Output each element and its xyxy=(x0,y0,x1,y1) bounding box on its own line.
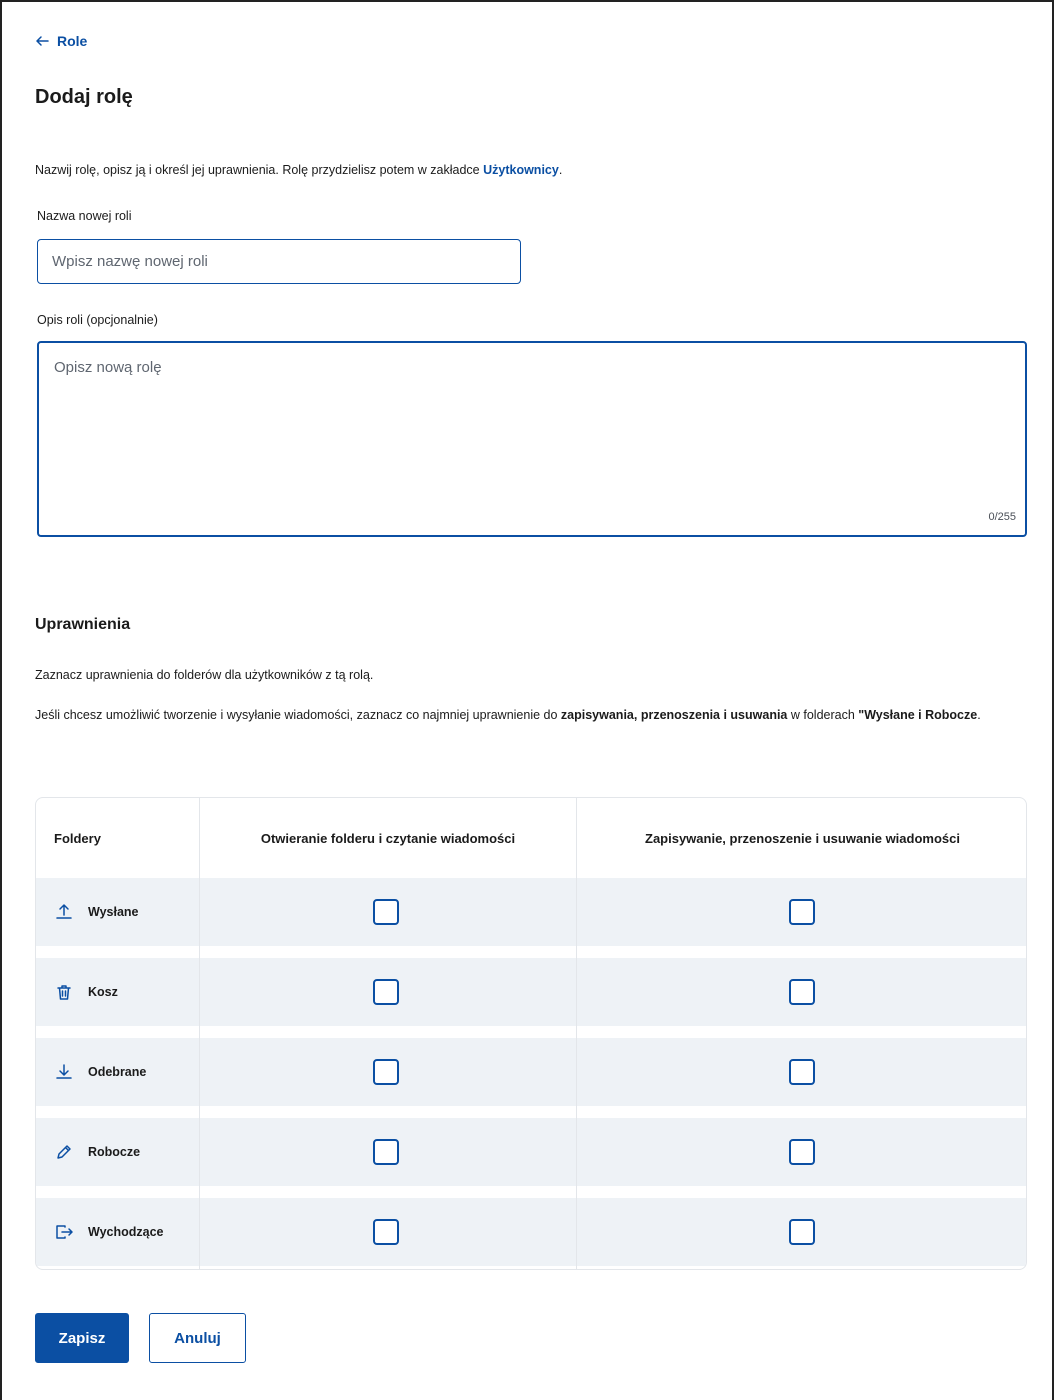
character-counter: 0/255 xyxy=(988,511,1016,523)
header-read: Otwieranie folderu i czytanie wiadomości xyxy=(260,830,516,846)
role-name-input[interactable] xyxy=(37,239,521,284)
folder-cell: Odebrane xyxy=(54,1038,146,1106)
header-folders: Foldery xyxy=(54,830,101,846)
role-description-textarea[interactable] xyxy=(37,341,1027,537)
back-link[interactable]: Role xyxy=(35,33,87,49)
permissions-heading: Uprawnienia xyxy=(35,616,131,633)
checkbox-read-wychodzace[interactable] xyxy=(373,1219,399,1245)
trash-icon xyxy=(57,985,71,1000)
permissions-note-mid: w folderach xyxy=(787,708,859,722)
download-icon xyxy=(56,1064,72,1079)
outbox-icon xyxy=(56,1225,73,1239)
permissions-note-end: . xyxy=(977,708,981,722)
checkbox-read-odebrane[interactable] xyxy=(373,1059,399,1085)
folder-label: Kosz xyxy=(88,985,118,999)
checkbox-read-wyslane[interactable] xyxy=(373,899,399,925)
folder-label: Odebrane xyxy=(88,1065,147,1079)
back-link-label: Role xyxy=(57,33,88,49)
table-row: Robocze xyxy=(36,1118,1026,1186)
table-row: Odebrane xyxy=(36,1038,1026,1106)
page-title: Dodaj rolę xyxy=(35,86,133,108)
folder-cell: Robocze xyxy=(54,1118,140,1186)
checkbox-write-odebrane[interactable] xyxy=(789,1059,815,1085)
permissions-table: Foldery Otwieranie folderu i czytanie wi… xyxy=(35,797,1027,1270)
permissions-note-bold: zapisywania, przenoszenia i usuwania xyxy=(560,708,788,722)
users-tab-link[interactable]: Użytkownicy xyxy=(483,163,559,177)
checkbox-read-robocze[interactable] xyxy=(373,1139,399,1165)
table-header: Foldery Otwieranie folderu i czytanie wi… xyxy=(36,798,1026,878)
header-write: Zapisywanie, przenoszenie i usuwanie wia… xyxy=(645,830,960,846)
role-name-label: Nazwa nowej roli xyxy=(37,209,132,223)
folder-label: Robocze xyxy=(88,1145,141,1159)
table-row: Wychodzące xyxy=(36,1198,1026,1266)
table-row: Kosz xyxy=(36,958,1026,1026)
column-divider xyxy=(199,798,200,1269)
checkbox-write-kosz[interactable] xyxy=(789,979,815,1005)
folder-label: Wysłane xyxy=(88,905,139,919)
folder-cell: Kosz xyxy=(54,958,118,1026)
permissions-hint: Zaznacz uprawnienia do folderów dla użyt… xyxy=(35,668,374,682)
intro-text-body: Nazwij rolę, opisz ją i określ jej upraw… xyxy=(35,163,484,177)
permissions-note-pre: Jeśli chcesz umożliwić tworzenie i wysył… xyxy=(35,708,561,722)
checkbox-write-wychodzace[interactable] xyxy=(789,1219,815,1245)
column-divider xyxy=(576,798,577,1269)
table-row: Wysłane xyxy=(36,878,1026,946)
checkbox-write-robocze[interactable] xyxy=(789,1139,815,1165)
arrow-left-icon xyxy=(36,36,49,46)
folder-cell: Wysłane xyxy=(54,878,139,946)
folder-label: Wychodzące xyxy=(88,1225,164,1239)
checkbox-write-wyslane[interactable] xyxy=(789,899,815,925)
cancel-button[interactable]: Anuluj xyxy=(149,1313,246,1363)
pencil-icon xyxy=(57,1145,71,1159)
folder-cell: Wychodzące xyxy=(54,1198,164,1266)
role-description-label: Opis roli (opcjonalnie) xyxy=(37,313,158,327)
checkbox-read-kosz[interactable] xyxy=(373,979,399,1005)
permissions-note-folders: "Wysłane i Robocze xyxy=(858,708,978,722)
intro-text: Nazwij rolę, opisz ją i określ jej upraw… xyxy=(35,163,562,177)
permissions-note: Jeśli chcesz umożliwić tworzenie i wysył… xyxy=(35,705,1035,725)
intro-text-suffix: . xyxy=(558,163,563,177)
save-button[interactable]: Zapisz xyxy=(35,1313,129,1363)
upload-icon xyxy=(56,904,72,919)
